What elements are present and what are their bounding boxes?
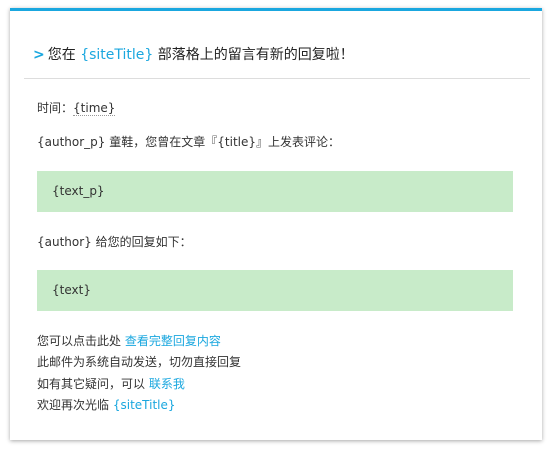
- original-comment-box: {text_p}: [37, 171, 513, 212]
- header-site-title: {siteTitle}: [80, 47, 154, 63]
- view-full-prefix: 您可以点击此处: [37, 334, 122, 348]
- time-line: 时间：{time}: [37, 99, 116, 117]
- contact-line: 如有其它疑问，可以 联系我: [37, 375, 185, 393]
- welcome-line: 欢迎再次光临 {siteTitle}: [37, 396, 176, 414]
- view-full-reply-link[interactable]: 查看完整回复内容: [125, 334, 221, 348]
- time-label: 时间：: [37, 101, 74, 115]
- view-full-line: 您可以点击此处 查看完整回复内容: [37, 332, 221, 350]
- comment-author: {author_p}: [37, 135, 106, 149]
- welcome-prefix: 欢迎再次光临: [37, 398, 110, 412]
- comment-intro-line: {author_p} 童鞋，您曾在文章『{title}』上发表评论：: [37, 133, 340, 151]
- email-header: > 您在 {siteTitle} 部落格上的留言有新的回复啦！: [24, 45, 530, 79]
- email-card: > 您在 {siteTitle} 部落格上的留言有新的回复啦！ 时间：{time}…: [10, 8, 542, 440]
- auto-notice-line: 此邮件为系统自动发送，切勿直接回复: [37, 355, 242, 369]
- time-value: {time}: [73, 101, 116, 116]
- reply-intro-text: 给您的回复如下：: [95, 235, 192, 249]
- reply-author: {author}: [37, 235, 92, 249]
- comment-intro-text: 童鞋，您曾在文章『{title}』上发表评论：: [109, 135, 340, 149]
- reply-intro-line: {author} 给您的回复如下：: [37, 233, 192, 251]
- contact-me-link[interactable]: 联系我: [149, 377, 185, 391]
- header-suffix: 部落格上的留言有新的回复啦！: [157, 47, 354, 63]
- header-prefix: 您在: [47, 47, 76, 63]
- reply-text-box: {text}: [37, 270, 513, 311]
- chevron-right-icon: >: [33, 47, 45, 63]
- contact-prefix: 如有其它疑问，可以: [37, 377, 146, 391]
- welcome-site-link[interactable]: {siteTitle}: [113, 398, 176, 412]
